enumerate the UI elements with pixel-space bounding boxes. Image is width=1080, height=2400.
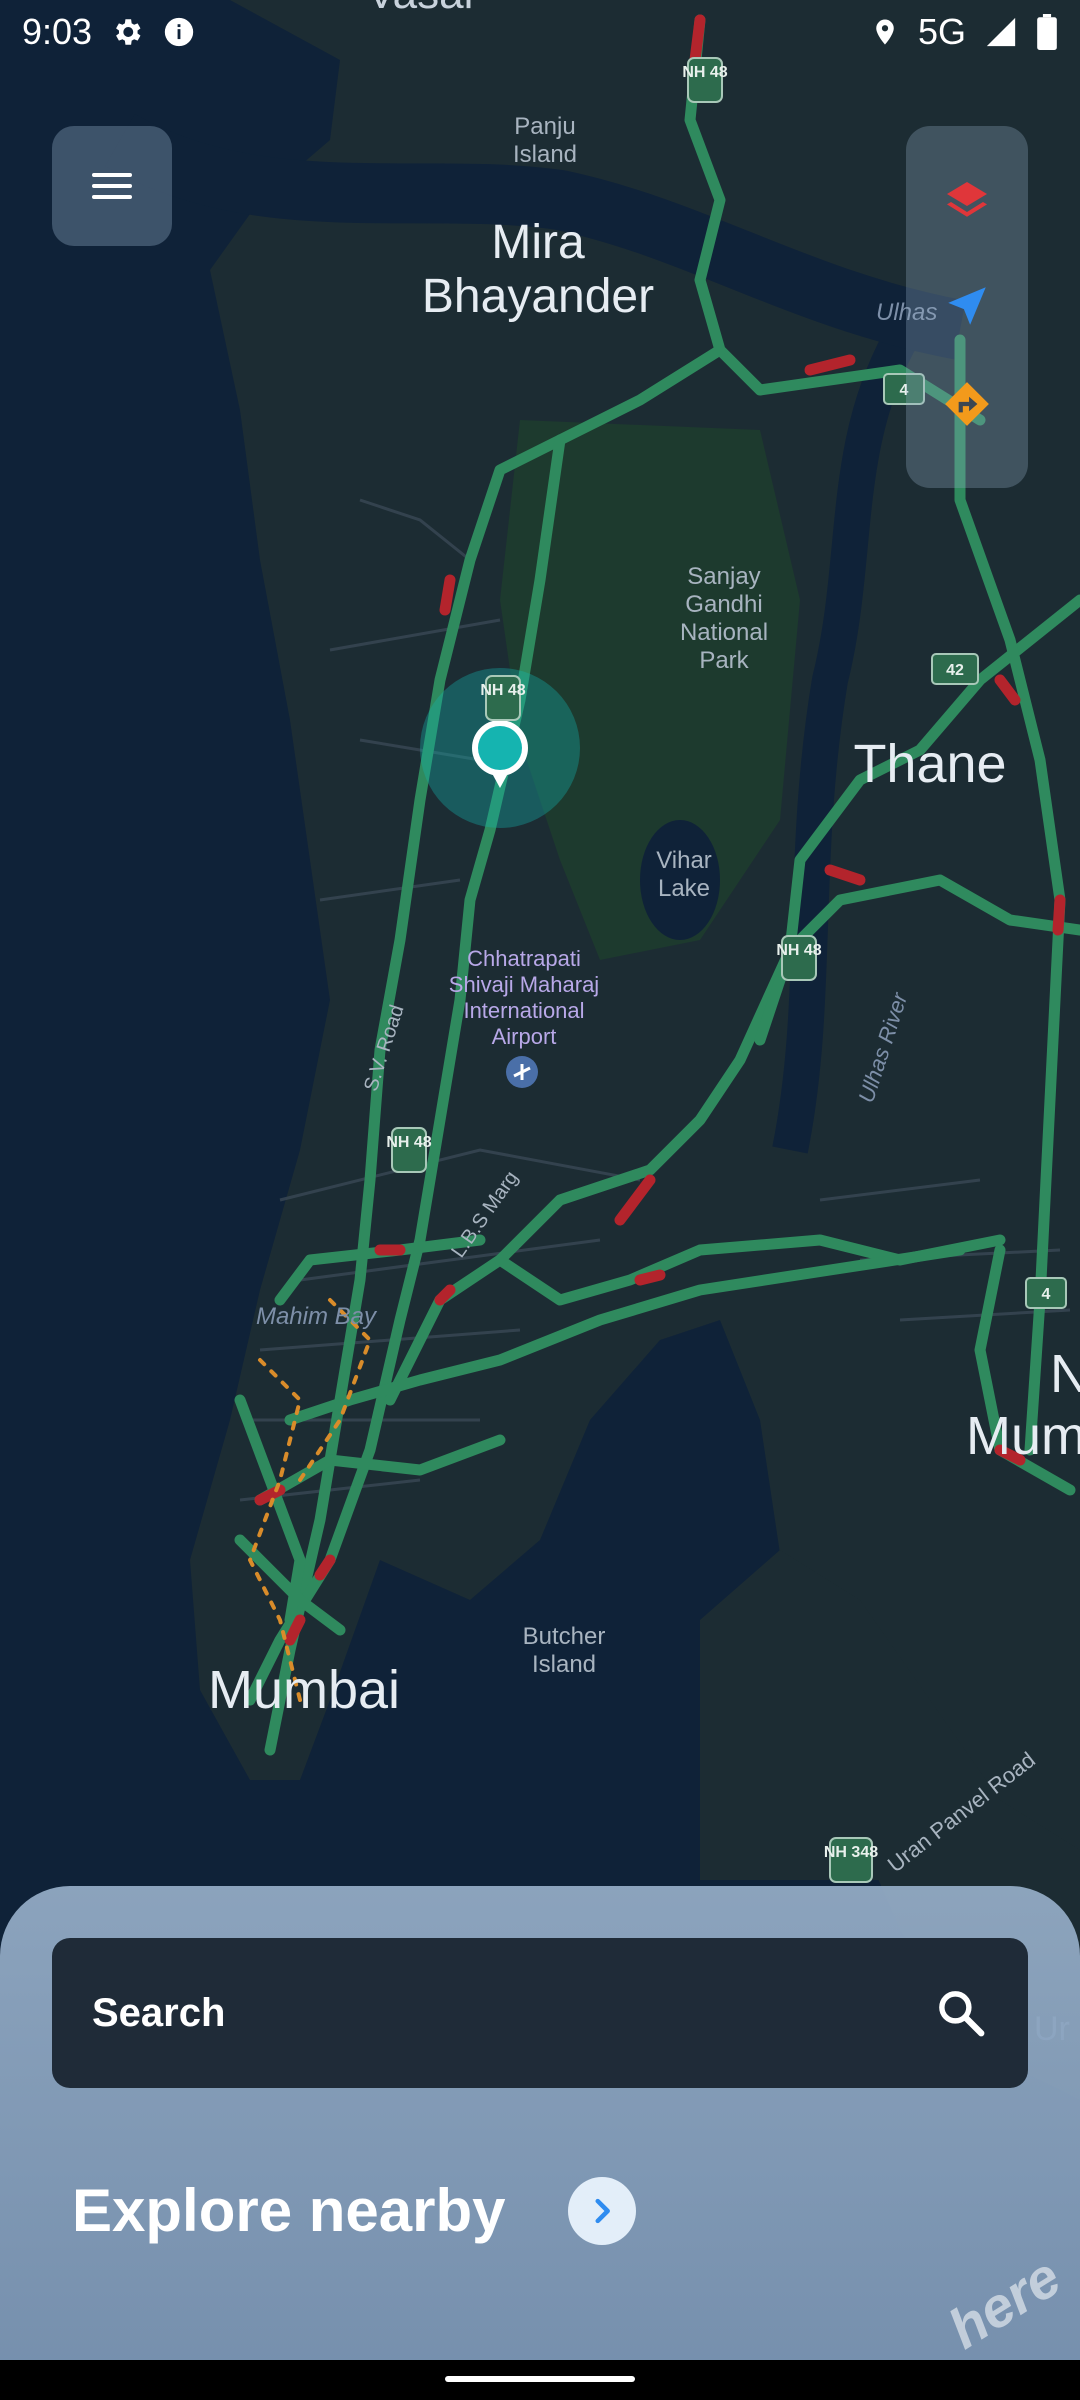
label-airport: Airport [492, 1024, 557, 1049]
layers-icon [947, 182, 987, 217]
menu-button[interactable] [52, 126, 172, 246]
route-directions-icon [945, 382, 989, 426]
explore-nearby-row[interactable]: Explore nearby [72, 2176, 636, 2245]
shield-nh48-d: NH 48 [386, 1127, 432, 1173]
label-lake: Lake [658, 875, 710, 902]
location-icon [876, 19, 894, 45]
gear-icon [116, 19, 141, 45]
explore-nearby-button[interactable] [567, 2176, 636, 2245]
label-chhatrapati: Chhatrapati [467, 946, 581, 971]
label-sanjay: Sanjay [687, 563, 760, 590]
label-butcher: Butcher [523, 1623, 606, 1650]
layers-button[interactable] [906, 152, 1028, 252]
label-bhayander: Bhayander [422, 270, 654, 323]
label-gandhi: Gandhi [685, 591, 762, 618]
label-vihar: Vihar [656, 847, 712, 874]
network-type: 5G [917, 11, 966, 52]
label-international: International [463, 998, 584, 1023]
status-bar: 9:03 5G [0, 0, 1080, 64]
label-panju-island: Island [513, 141, 577, 168]
label-mumbai: Mumbai [208, 1660, 400, 1720]
bottom-sheet[interactable]: Search Explore nearby [0, 1886, 1080, 2360]
label-na: Na [1050, 1344, 1080, 1404]
svg-text:42: 42 [946, 662, 964, 679]
search-label: Search [92, 1990, 226, 2035]
route-button[interactable] [906, 354, 1028, 454]
shield-nh48-a: NH 48 [682, 57, 728, 103]
svg-text:NH 48: NH 48 [386, 1134, 431, 1151]
svg-text:NH 348: NH 348 [824, 1844, 878, 1861]
explore-nearby-label[interactable]: Explore nearby [72, 2176, 506, 2245]
label-mum: Mum [966, 1406, 1080, 1466]
battery-icon [1037, 14, 1057, 50]
hamburger-menu-icon [92, 173, 132, 199]
label-national: National [680, 619, 768, 646]
svg-text:NH 48: NH 48 [682, 64, 727, 81]
label-mahim-bay: Mahim Bay [256, 1303, 378, 1330]
label-park: Park [699, 647, 749, 674]
home-indicator[interactable] [445, 2376, 635, 2382]
airport-icon [506, 1056, 538, 1088]
svg-text:NH 48: NH 48 [776, 942, 821, 959]
chevron-right-icon [594, 2198, 610, 2223]
info-icon [164, 17, 194, 47]
shield-nh48-b: NH 48 [480, 675, 526, 721]
svg-text:NH 48: NH 48 [480, 682, 525, 699]
shield-4-b: 4 [1025, 1277, 1067, 1309]
svg-text:4: 4 [1042, 1286, 1051, 1303]
search-icon[interactable] [934, 1986, 988, 2040]
shield-nh48-c: NH 48 [776, 935, 822, 981]
signal-icon [986, 17, 1016, 47]
label-panju: Panju [514, 113, 575, 140]
label-mira: Mira [491, 216, 585, 269]
navigation-arrow-icon [948, 287, 986, 325]
label-thane: Thane [853, 734, 1006, 794]
search-bar[interactable]: Search [52, 1938, 1028, 2088]
navigate-button[interactable] [906, 256, 1028, 356]
label-shivaji: Shivaji Maharaj [449, 972, 599, 997]
status-time: 9:03 [22, 11, 93, 52]
shield-42: 42 [931, 653, 979, 685]
label-butcher-island: Island [532, 1651, 596, 1678]
map-controls-panel [906, 126, 1028, 488]
shield-nh348: NH 348 [824, 1837, 878, 1883]
